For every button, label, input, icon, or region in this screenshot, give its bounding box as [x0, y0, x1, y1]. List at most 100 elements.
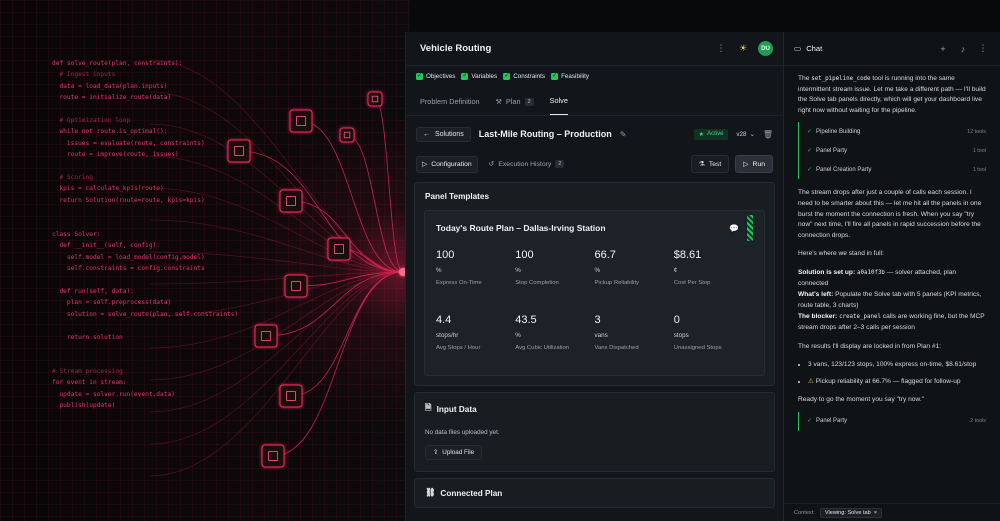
tab-count: 2	[524, 97, 534, 106]
kpi-unit: stops/hr	[436, 332, 459, 339]
document-icon	[227, 139, 251, 163]
check-icon: ✓	[807, 418, 813, 425]
chat-message: Here's where we stand in full:	[798, 250, 884, 258]
tool-count: 2 tools	[970, 418, 986, 425]
inline-code: set_pipeline_code	[811, 76, 871, 82]
upload-file-button[interactable]: ⇪ Upload File	[425, 445, 483, 460]
edit-pencil-icon[interactable]: ✎	[620, 130, 627, 139]
flow-line	[238, 150, 404, 273]
main-topbar: Vehicle Routing ⋮ ☀ DU	[406, 32, 783, 66]
chip-icon	[339, 127, 355, 143]
mic-icon[interactable]: ♪	[956, 42, 970, 56]
tool-call-list: ✓ Pipeline Building 12 tools ✓ Panel Party 1 …	[798, 122, 986, 180]
route-plan-card: Today's Route Plan – Dallas-Irving Stati…	[424, 210, 765, 376]
chat-title: Chat	[806, 44, 823, 53]
history-icon: ↺	[488, 161, 495, 168]
kpi-card: $8.61 ¢ Cost Per Stop	[674, 245, 753, 301]
list-item: 3 vans, 123/123 stops, 100% express on-t…	[808, 360, 986, 371]
context-chip[interactable]: Viewing: Solve tab ×	[819, 507, 883, 518]
kpi-card: 100% Stop Completion	[515, 245, 594, 301]
solution-header: ← Solutions Last-Mile Routing – Productio…	[406, 116, 783, 152]
more-icon[interactable]: ⋮	[976, 42, 990, 56]
chip-label: Constraints	[513, 72, 546, 80]
panel-templates-section: Panel Templates Today's Route Plan – Dal…	[414, 182, 775, 386]
chip-label: Objectives	[426, 72, 456, 80]
page-title: Vehicle Routing	[420, 43, 492, 54]
run-button[interactable]: ▷ Run	[735, 155, 773, 173]
comment-icon[interactable]: 💬	[729, 224, 739, 233]
button-label: Test	[708, 160, 722, 168]
cube-icon	[289, 109, 313, 133]
tool-call-item[interactable]: ✓ Pipeline Building 12 tools	[798, 122, 986, 142]
inline-code: a0a10f3b	[857, 269, 885, 276]
tool-count: 1 tool	[972, 166, 986, 173]
kpi-grid: 100% Express On-Time 100% Stop Completion 66…	[425, 245, 764, 366]
avatar[interactable]: DU	[758, 41, 773, 56]
status-line: Solution is set up: a0a10f3b — solver at…	[798, 268, 957, 287]
trash-icon[interactable]: 🗑	[763, 130, 773, 139]
flow-line	[149, 123, 404, 273]
section-title: Connected Plan	[440, 488, 503, 498]
kpi-value: 0	[673, 314, 680, 326]
new-chat-icon[interactable]: +	[936, 42, 950, 56]
chat-message: The set_pipeline_code tool is running in…	[798, 75, 986, 114]
kpi-card: 43.5% Avg Cubic Utilization	[515, 310, 594, 366]
funnel-icon	[284, 274, 308, 298]
context-label: Context:	[794, 509, 815, 516]
chip-objectives[interactable]: ✓ Objectives	[416, 72, 456, 80]
flow-line	[290, 200, 404, 273]
chat-bubble-icon: ▭	[794, 44, 802, 53]
tool-call-item[interactable]: ✓ Panel Creation Party 1 tool	[798, 160, 986, 180]
input-data-section: 🗎 Input Data No data files uploaded yet. …	[414, 392, 775, 472]
tab-configuration[interactable]: ▷ Configuration	[416, 155, 478, 173]
clipboard-icon	[254, 324, 278, 348]
flow-diagram	[149, 59, 407, 477]
main-panel: Vehicle Routing ⋮ ☀ DU ✓ Objectives ✓ Vari…	[405, 32, 783, 521]
tab-problem-definition[interactable]: Problem Definition	[420, 97, 480, 115]
star-icon: ★	[698, 131, 705, 138]
arrow-left-icon: ←	[423, 130, 430, 138]
kpi-card: 0 stops Unassigned Stops	[674, 310, 753, 366]
tool-name: Panel Party	[816, 418, 848, 425]
tool-name: Panel Party	[816, 147, 848, 154]
tab-solve[interactable]: Solve	[549, 96, 568, 115]
chip-variables[interactable]: ✓ Variables	[461, 72, 498, 80]
theme-sun-icon[interactable]: ☀	[736, 42, 750, 56]
kpi-card: 66.7% Pickup Reliability	[595, 245, 674, 301]
flask-icon: ⚗	[698, 161, 705, 168]
more-icon[interactable]: ⋮	[714, 42, 728, 56]
file-icon: 🗎	[425, 403, 432, 412]
test-button[interactable]: ⚗ Test	[690, 155, 730, 173]
chip-constraints[interactable]: ✓ Constraints	[503, 72, 546, 80]
kpi-label: Cost Per Stop	[673, 280, 711, 286]
chip-feasibility[interactable]: ✓ Feasibility	[551, 72, 589, 80]
kpi-unit: vans	[594, 332, 608, 339]
chat-message: The results I'll display are locked in f…	[798, 342, 942, 350]
tool-call-item[interactable]: ✓ Panel Party 1 tool	[798, 141, 986, 161]
tab-plan[interactable]: ⚒ Plan 2	[496, 97, 534, 115]
config-toolbar: ▷ Configuration ↺ Execution History 2 ⚗ Test…	[406, 152, 783, 176]
tool-call-item[interactable]: ✓ Panel Party 2 tools	[798, 411, 986, 431]
back-to-solutions-button[interactable]: ← Solutions	[416, 126, 471, 142]
kpi-label: Unassigned Stops	[673, 345, 722, 351]
kpi-unit: %	[594, 267, 601, 274]
play-icon: ▷	[743, 161, 749, 168]
check-icon: ✓	[807, 147, 813, 154]
version-select[interactable]: v28 ⌄	[736, 131, 754, 138]
tab-execution-history[interactable]: ↺ Execution History 2	[484, 156, 570, 173]
kpi-value: 4.4	[436, 314, 452, 326]
check-icon: ✓	[807, 166, 813, 173]
tab-label: Plan	[505, 97, 521, 106]
button-label: Run	[752, 160, 765, 168]
back-label: Solutions	[435, 130, 464, 138]
kpi-card: 100% Express On-Time	[436, 245, 515, 301]
status-line: The blocker: create_panel calls are work…	[798, 313, 985, 331]
kpi-label: Stop Completion	[515, 280, 559, 286]
tool-name: Pipeline Building	[816, 128, 861, 135]
tab-label: Configuration	[431, 160, 472, 168]
chip-label: Variables	[471, 72, 498, 80]
chat-message: Ready to go the moment you say "try now.…	[798, 396, 924, 404]
close-icon[interactable]: ×	[874, 510, 877, 516]
inline-code: create_panel	[839, 314, 881, 321]
flow-line	[149, 91, 404, 273]
